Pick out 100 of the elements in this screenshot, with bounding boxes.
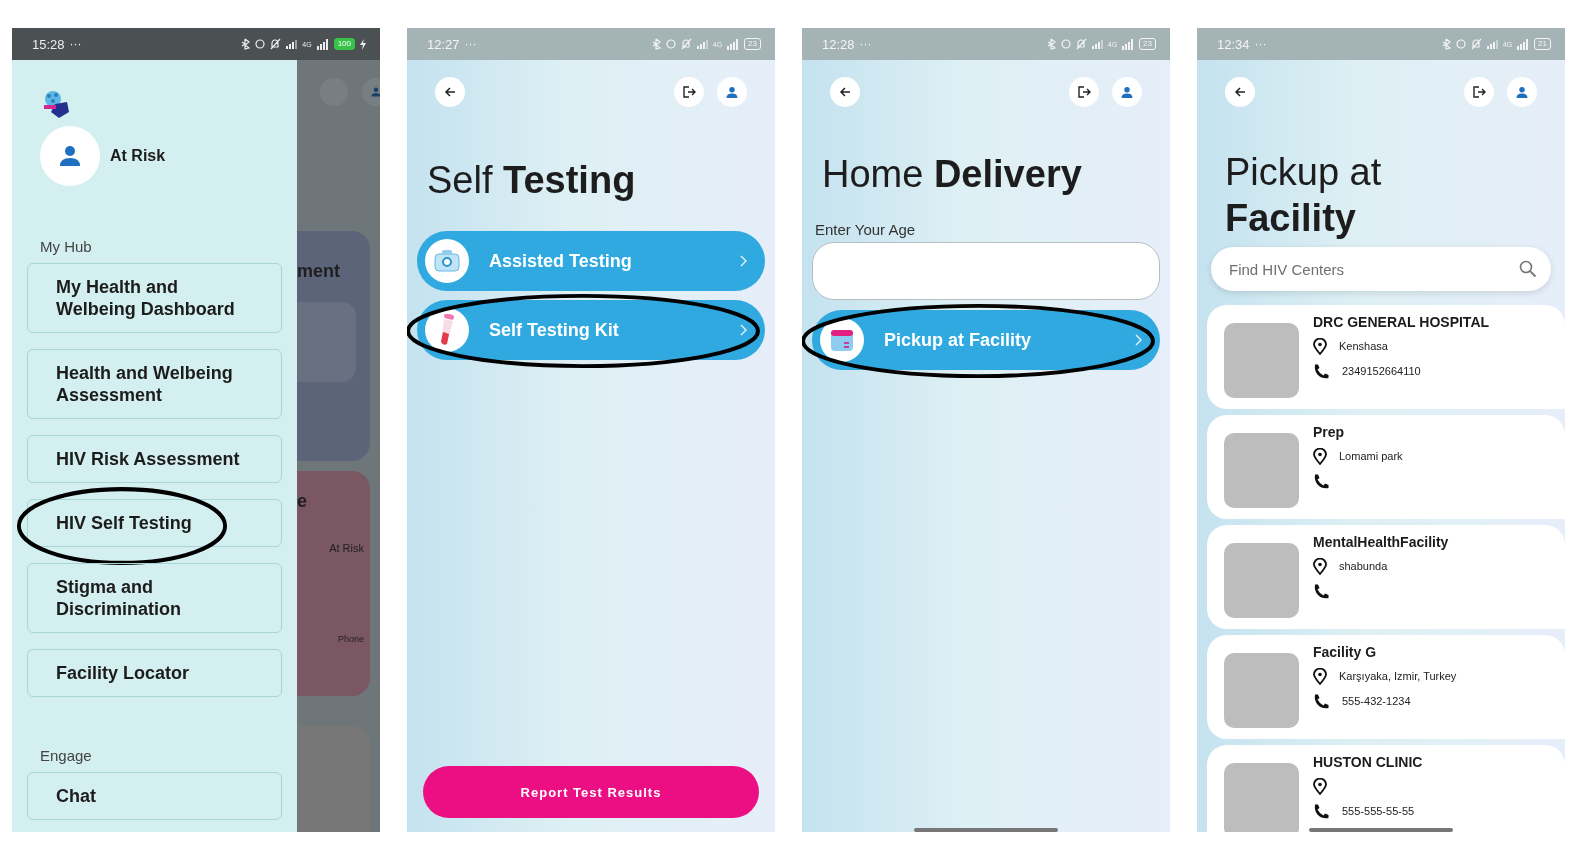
facility-location: Karşıyaka, Izmir, Turkey: [1339, 670, 1457, 682]
muted-bell-icon: [1075, 38, 1087, 50]
age-input-field[interactable]: [812, 242, 1160, 300]
page-title: Self Testing: [427, 159, 637, 201]
facility-location: Kenshasa: [1339, 340, 1388, 352]
field-label: Enter Your Age: [815, 221, 917, 238]
logout-icon: [1472, 86, 1486, 98]
facility-card[interactable]: DRC GENERAL HOSPITAL Kenshasa 2349152664110: [1207, 305, 1565, 409]
chevron-right-icon: [1135, 334, 1142, 346]
location-pin-icon: [1313, 447, 1327, 465]
back-button[interactable]: [435, 77, 465, 107]
logout-button[interactable]: [674, 77, 704, 107]
bluetooth-icon: [651, 38, 661, 50]
menu-item[interactable]: Facility Locator: [27, 649, 282, 697]
signal-icon: [316, 38, 329, 50]
facility-name: HUSTON CLINIC: [1313, 754, 1423, 770]
facility-phone: 555-432-1234: [1342, 695, 1411, 707]
back-arrow-icon: [839, 86, 851, 98]
box-icon: [829, 327, 855, 353]
back-arrow-icon: [1234, 86, 1246, 98]
muted-bell-icon: [1470, 38, 1482, 50]
card-title: e: [297, 491, 308, 512]
battery-indicator: 100: [333, 38, 355, 50]
facility-name: Facility G: [1313, 644, 1378, 660]
search-icon: [1519, 260, 1537, 278]
logout-button[interactable]: [1069, 77, 1099, 107]
profile-button[interactable]: [1507, 77, 1537, 107]
facility-location: Lomami park: [1339, 450, 1403, 462]
battery-indicator: 23: [1139, 38, 1156, 50]
muted-bell-icon: [680, 38, 692, 50]
chevron-right-icon: [740, 255, 747, 267]
signal-icon: [1091, 39, 1103, 49]
facility-phone: 2349152664110: [1342, 365, 1421, 377]
logout-icon: [682, 86, 696, 98]
search-field[interactable]: Find HIV Centers: [1211, 247, 1551, 291]
battery-indicator: 23: [744, 38, 761, 50]
location-pin-icon: [1313, 557, 1327, 575]
menu-item[interactable]: Chat: [27, 772, 282, 820]
page-title: Home Delivery: [822, 153, 1083, 195]
kit-icon: [433, 249, 461, 273]
person-icon: [59, 146, 81, 166]
back-button[interactable]: [830, 77, 860, 107]
back-button[interactable]: [1225, 77, 1255, 107]
page-title: Pickup at Facility: [1225, 150, 1383, 241]
person-icon: [1121, 86, 1133, 98]
phone-icon: [1313, 692, 1330, 710]
facility-location: shabunda: [1339, 560, 1388, 572]
logout-icon: [1077, 86, 1091, 98]
user-role: At Risk: [110, 147, 166, 165]
bluetooth-icon: [1046, 38, 1056, 50]
menu-item[interactable]: My Health and Welbeing Dashboard: [27, 263, 282, 333]
profile-button[interactable]: [1112, 77, 1142, 107]
facility-phone: 555-555-55-55: [1342, 805, 1415, 817]
muted-bell-icon: [270, 38, 282, 50]
charging-bolt-icon: [360, 38, 366, 50]
person-icon: [1516, 86, 1528, 98]
bluetooth-icon: [1441, 38, 1451, 50]
phone-icon: [1313, 362, 1330, 380]
facility-card[interactable]: Prep Lomami park: [1207, 415, 1565, 519]
facility-card[interactable]: MentalHealthFacility shabunda: [1207, 525, 1565, 629]
location-pin-icon: [1313, 667, 1327, 685]
card-note: Phone: [337, 634, 364, 644]
bluetooth-icon: [241, 38, 251, 50]
phone-icon: [1313, 802, 1330, 820]
avatar-circle[interactable]: [40, 126, 100, 186]
person-icon: [726, 86, 738, 98]
phone-icon: [1313, 582, 1330, 600]
report-results-button[interactable]: Report Test Results: [423, 766, 759, 818]
facility-name: DRC GENERAL HOSPITAL: [1313, 314, 1490, 330]
signal-icon: [1517, 38, 1530, 50]
section-heading: Engage: [40, 747, 93, 764]
facility-card[interactable]: HUSTON CLINIC 555-555-55-55: [1207, 745, 1565, 832]
signal-icon: [286, 39, 298, 49]
signal-icon: [727, 38, 740, 50]
section-heading: My Hub: [40, 238, 93, 255]
menu-item[interactable]: Stigma and Discrimination: [27, 563, 282, 633]
status-time: 15:28: [32, 36, 65, 52]
status-more: ···: [859, 37, 872, 51]
status-time: 12:28: [822, 36, 855, 52]
brain-logo-icon: [41, 90, 71, 120]
status-more: ···: [1254, 37, 1267, 51]
menu-item[interactable]: Health and Welbeing Assessment: [27, 349, 282, 419]
card-label: At Risk: [329, 542, 364, 554]
menu-item[interactable]: HIV Risk Assessment: [27, 435, 282, 483]
chevron-right-icon: [740, 324, 747, 336]
location-pin-icon: [1313, 777, 1327, 795]
signal-icon: [696, 39, 708, 49]
back-arrow-icon: [444, 86, 456, 98]
menu-item[interactable]: HIV Self Testing: [27, 499, 282, 547]
card-title: ment: [297, 261, 341, 282]
phone-icon: [1313, 472, 1330, 490]
location-pin-icon: [1313, 337, 1327, 355]
status-time: 12:27: [427, 36, 460, 52]
signal-icon: [1486, 39, 1498, 49]
person-icon: [371, 87, 380, 97]
logout-button[interactable]: [1464, 77, 1494, 107]
status-more: ···: [69, 37, 82, 51]
facility-card[interactable]: Facility G Karşıyaka, Izmir, Turkey 555-432-1234: [1207, 635, 1565, 739]
status-more: ···: [464, 37, 477, 51]
profile-button[interactable]: [717, 77, 747, 107]
